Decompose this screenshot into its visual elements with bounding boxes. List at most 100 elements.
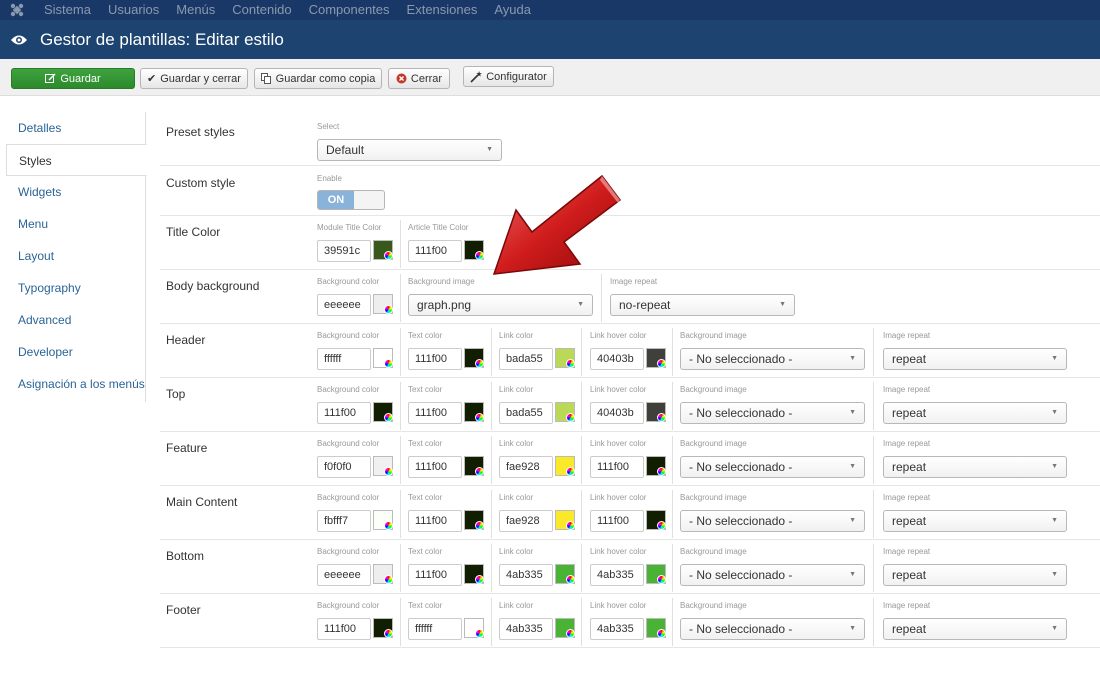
bg-color-input[interactable]: fbfff7 (317, 510, 371, 532)
bg-color-input[interactable]: f0f0f0 (317, 456, 371, 478)
image-repeat-select[interactable]: repeat ▼ (883, 348, 1067, 370)
joomla-logo-icon[interactable] (0, 0, 34, 20)
divider (581, 490, 582, 538)
sidebar-item[interactable]: Layout (6, 240, 146, 272)
image-repeat-select[interactable]: repeat ▼ (883, 456, 1067, 478)
sidebar-item[interactable]: Menu (6, 208, 146, 240)
divider (400, 220, 401, 268)
body-bg-repeat-select[interactable]: no-repeat ▼ (610, 294, 795, 316)
link-color-input[interactable]: fae928 (499, 456, 553, 478)
image-repeat-select[interactable]: repeat ▼ (883, 402, 1067, 424)
field-label: Image repeat (883, 547, 931, 556)
sidebar-item[interactable]: Styles (6, 144, 147, 176)
color-swatch[interactable] (373, 348, 393, 368)
color-wheel-icon (384, 629, 393, 638)
link-hover-color-input[interactable]: 4ab335 (590, 618, 644, 640)
color-swatch[interactable] (555, 456, 575, 476)
color-swatch[interactable] (646, 348, 666, 368)
color-swatch[interactable] (373, 402, 393, 422)
divider (400, 436, 401, 484)
color-swatch[interactable] (646, 456, 666, 476)
bg-image-select[interactable]: - No seleccionado - ▼ (680, 510, 865, 532)
color-swatch[interactable] (555, 402, 575, 422)
color-wheel-icon (384, 521, 393, 530)
color-swatch[interactable] (373, 456, 393, 476)
field-label: Image repeat (883, 493, 931, 502)
field-label: Link color (499, 547, 534, 556)
bg-color-input[interactable]: 111f00 (317, 618, 371, 640)
save-copy-button[interactable]: Guardar como copia (254, 68, 382, 89)
text-color-input[interactable]: 111f00 (408, 348, 462, 370)
link-hover-color-input[interactable]: 4ab335 (590, 564, 644, 586)
link-hover-color-input[interactable]: 111f00 (590, 510, 644, 532)
topmenu-item[interactable]: Componentes (301, 0, 399, 20)
color-swatch[interactable] (555, 348, 575, 368)
topmenu-item[interactable]: Menús (168, 0, 224, 20)
color-swatch[interactable] (464, 618, 484, 638)
color-swatch[interactable] (646, 618, 666, 638)
image-repeat-select[interactable]: repeat ▼ (883, 564, 1067, 586)
body-bg-image-select[interactable]: graph.png ▼ (408, 294, 593, 316)
page-header: Gestor de plantillas: Editar estilo (0, 20, 1100, 59)
text-color-input[interactable]: 111f00 (408, 564, 462, 586)
module-title-color-input[interactable]: 39591c (317, 240, 371, 262)
link-color-input[interactable]: bada55 (499, 348, 553, 370)
sidebar-item[interactable]: Typography (6, 272, 146, 304)
image-repeat-select[interactable]: repeat ▼ (883, 618, 1067, 640)
bg-color-input[interactable]: ffffff (317, 348, 371, 370)
color-swatch[interactable] (373, 618, 393, 638)
sidebar-item[interactable]: Advanced (6, 304, 146, 336)
link-hover-color-input[interactable]: 111f00 (590, 456, 644, 478)
text-color-input[interactable]: 111f00 (408, 456, 462, 478)
text-color-input[interactable]: 111f00 (408, 402, 462, 424)
color-swatch[interactable] (373, 294, 393, 314)
link-hover-color-input[interactable]: 40403b (590, 348, 644, 370)
topmenu-item[interactable]: Extensiones (399, 0, 487, 20)
text-color-input[interactable]: ffffff (408, 618, 462, 640)
bg-color-input[interactable]: eeeeee (317, 564, 371, 586)
custom-style-toggle[interactable]: ON (317, 190, 385, 210)
color-swatch[interactable] (555, 564, 575, 584)
color-swatch[interactable] (464, 348, 484, 368)
link-color-input[interactable]: fae928 (499, 510, 553, 532)
link-hover-color-input[interactable]: 40403b (590, 402, 644, 424)
topmenu-item[interactable]: Usuarios (100, 0, 168, 20)
bg-image-select[interactable]: - No seleccionado - ▼ (680, 618, 865, 640)
link-color-input[interactable]: 4ab335 (499, 618, 553, 640)
topmenu-item[interactable]: Ayuda (486, 0, 540, 20)
bg-image-select[interactable]: - No seleccionado - ▼ (680, 348, 865, 370)
sidebar-item[interactable]: Asignación a los menús (6, 368, 146, 400)
color-swatch[interactable] (555, 510, 575, 530)
topmenu-item[interactable]: Sistema (34, 0, 100, 20)
topmenu-item[interactable]: Contenido (224, 0, 300, 20)
color-swatch[interactable] (464, 402, 484, 422)
bg-image-select[interactable]: - No seleccionado - ▼ (680, 456, 865, 478)
color-swatch[interactable] (373, 564, 393, 584)
bg-color-input[interactable]: 111f00 (317, 402, 371, 424)
bg-image-select[interactable]: - No seleccionado - ▼ (680, 402, 865, 424)
color-swatch[interactable] (646, 564, 666, 584)
color-swatch[interactable] (646, 402, 666, 422)
close-button[interactable]: Cerrar (388, 68, 450, 89)
image-repeat-select[interactable]: repeat ▼ (883, 510, 1067, 532)
link-color-input[interactable]: bada55 (499, 402, 553, 424)
color-swatch[interactable] (373, 240, 393, 260)
sidebar-item[interactable]: Detalles (6, 112, 146, 144)
sidebar-item[interactable]: Developer (6, 336, 146, 368)
preset-select[interactable]: Default ▼ (317, 139, 502, 161)
link-color-input[interactable]: 4ab335 (499, 564, 553, 586)
sidebar-item[interactable]: Widgets (6, 176, 146, 208)
color-swatch[interactable] (464, 510, 484, 530)
text-color-input[interactable]: 111f00 (408, 510, 462, 532)
bg-image-select[interactable]: - No seleccionado - ▼ (680, 564, 865, 586)
color-swatch[interactable] (464, 456, 484, 476)
save-close-button[interactable]: ✔ Guardar y cerrar (140, 68, 248, 89)
color-swatch[interactable] (373, 510, 393, 530)
save-button[interactable]: Guardar (11, 68, 135, 89)
color-swatch[interactable] (646, 510, 666, 530)
color-swatch[interactable] (464, 564, 484, 584)
configurator-button[interactable]: Configurator (463, 66, 554, 87)
body-bg-color-input[interactable]: eeeeee (317, 294, 371, 316)
color-swatch[interactable] (555, 618, 575, 638)
article-title-color-input[interactable]: 111f00 (408, 240, 462, 262)
